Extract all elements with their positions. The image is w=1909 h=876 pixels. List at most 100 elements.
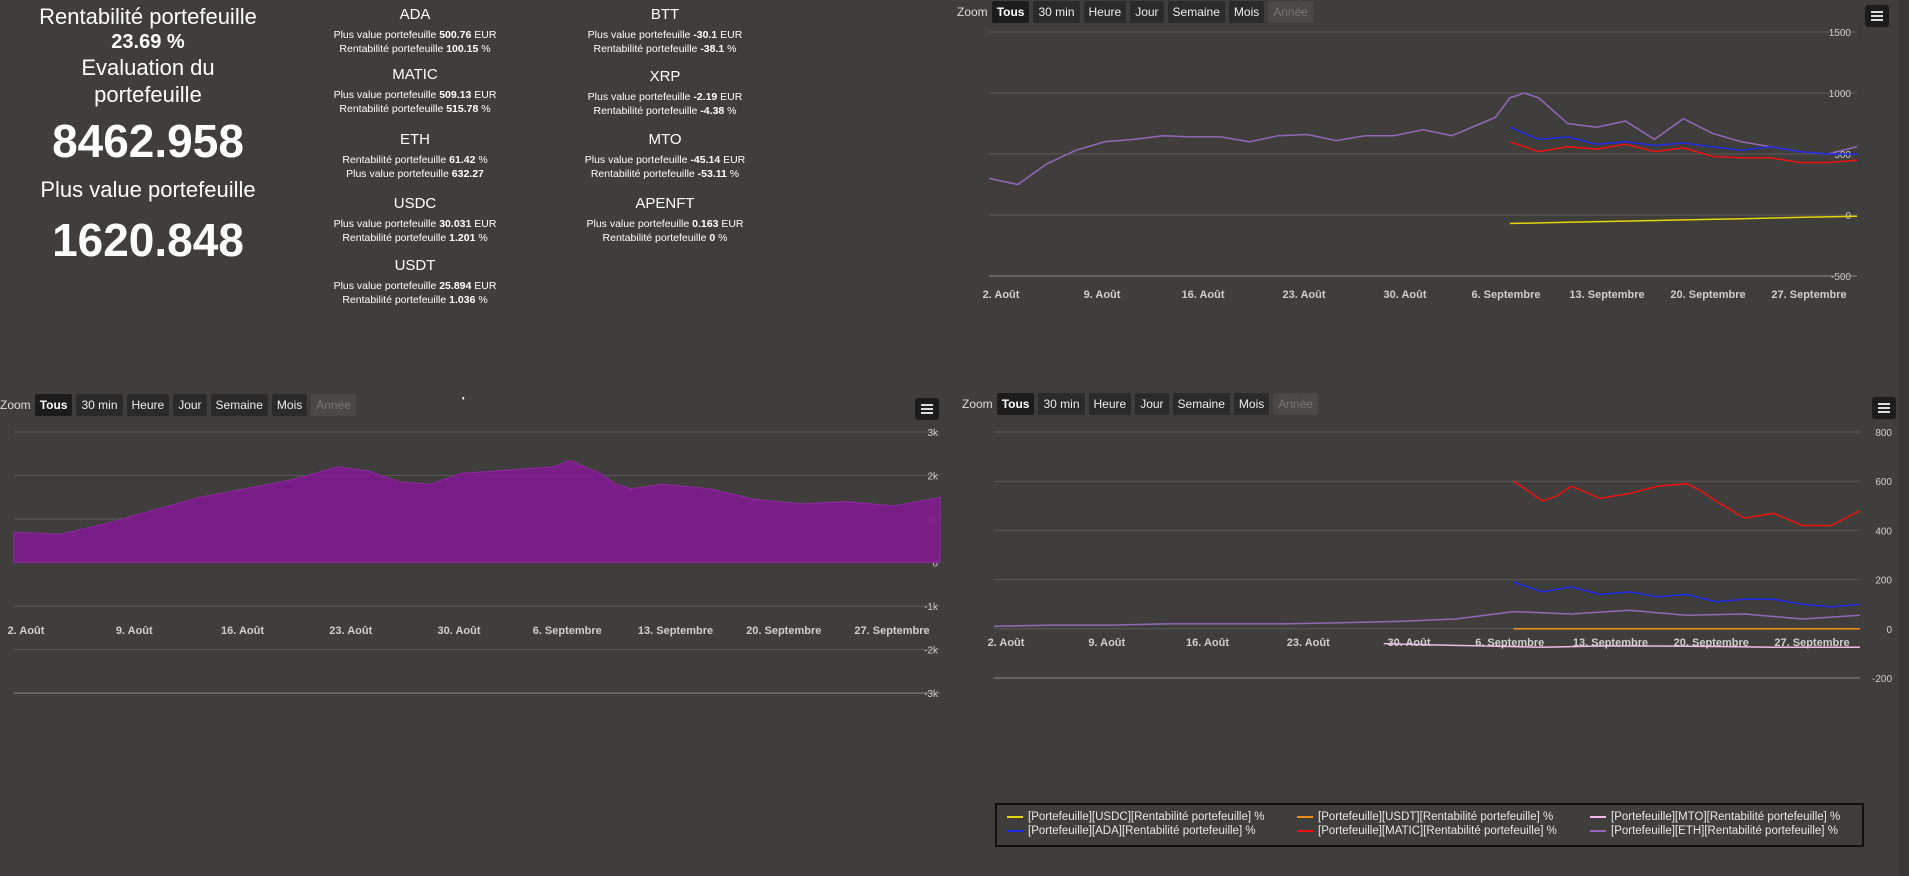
coin-line-2-label: Rentabilité portefeuille	[342, 294, 447, 306]
coin-line-1: Plus value portefeuille 509.13 EUR	[285, 88, 545, 102]
coin-block-btt: BTT Plus value portefeuille -30.1 EUR Rent…	[535, 6, 795, 56]
coin-line-2: Rentabilité portefeuille 1.036 %	[285, 293, 545, 307]
coin-line-1-label: Rentabilité portefeuille	[342, 154, 447, 166]
coin-line-1-value: -45.14	[690, 154, 721, 166]
coin-line-2-label: Rentabilité portefeuille	[593, 43, 698, 55]
legend-swatch	[1297, 815, 1313, 818]
coin-line-1-value: 61.42	[449, 154, 476, 166]
coin-line-1: Rentabilité portefeuille 61.42 %	[285, 153, 545, 167]
coin-line-2: Rentabilité portefeuille 1.201 %	[285, 231, 545, 245]
chart-panel-bottom-left: Zoom Tous 30 min Heure Jour Semaine Mois Année…	[0, 394, 945, 817]
chart-title: Plus value portefeuille EUR	[399, 397, 555, 400]
x-tick-label: 9. Août	[1088, 637, 1125, 649]
coin-line-2-value: 0	[709, 232, 716, 244]
y-tick-label: -2k	[924, 646, 939, 657]
x-tick-label: 27. Septembre	[854, 625, 929, 637]
legend-item[interactable]: [Portefeuille][ETH][Rentabilité portefeu…	[1590, 825, 1838, 837]
coin-line-2-value: 1.201	[449, 232, 476, 244]
legend-item[interactable]: [Portefeuille][MTO][Rentabilité portefeu…	[1590, 811, 1840, 823]
legend-label: [Portefeuille][MTO][Rentabilité portefeu…	[1611, 811, 1841, 823]
coin-line-2-value: -4.38	[700, 105, 725, 117]
coin-line-2-label: Rentabilité portefeuille	[590, 168, 695, 180]
coin-line-1-label: Plus value portefeuille	[586, 218, 690, 230]
coin-line-1-unit: EUR	[474, 89, 497, 101]
legend-item[interactable]: [Portefeuille][USDC][Rentabilité portefe…	[1007, 811, 1265, 823]
y-tick-label: 3k	[927, 428, 939, 439]
legend-swatch	[1007, 815, 1023, 818]
coin-line-1-value: 500.76	[439, 29, 472, 41]
coin-line-1: Plus value portefeuille -45.14 EUR	[535, 153, 795, 167]
coin-line-1-label: Plus value portefeuille	[333, 89, 437, 101]
coin-line-1-unit: EUR	[474, 29, 497, 41]
legend-label: [Portefeuille][USDC][Rentabilité portefe…	[1028, 811, 1265, 823]
coin-line-2-value: -53.11	[697, 168, 727, 180]
coin-block-xrp: XRP Plus value portefeuille -2.19 EUR Rent…	[535, 68, 795, 118]
coin-line-2-value: 632.27	[451, 168, 484, 180]
coin-name: MATIC	[392, 66, 438, 83]
coin-line-2: Rentabilité portefeuille 515.78 %	[285, 102, 545, 116]
coin-block-mto: MTO Plus value portefeuille -45.14 EUR Ren…	[535, 131, 795, 181]
y-tick-label: 2k	[927, 472, 939, 483]
coin-line-1-value: -30.1	[693, 29, 718, 41]
legend-item[interactable]: [Portefeuille][USDT][Rentabilité portefe…	[1297, 811, 1553, 823]
evaluation-label: Evaluation du portefeuille	[81, 55, 215, 107]
coin-line-1-label: Plus value portefeuille	[333, 218, 437, 230]
y-tick-label: 400	[1875, 526, 1892, 537]
x-tick-label: 23. Août	[1283, 289, 1326, 301]
coin-line-2-label: Rentabilité portefeuille	[342, 232, 447, 244]
coin-line-1-unit: %	[478, 154, 488, 166]
x-tick-label: 9. Août	[116, 625, 153, 637]
coin-line-1-unit: EUR	[720, 29, 743, 41]
evaluation-value: 8462.958	[52, 115, 244, 167]
coin-block-ada: ADA Plus value portefeuille 500.76 EUR Ren…	[285, 6, 545, 56]
x-tick-label: 6. Septembre	[533, 625, 602, 637]
coin-name: USDC	[393, 195, 437, 212]
coin-line-1-label: Plus value portefeuille	[587, 91, 691, 103]
legend-item[interactable]: [Portefeuille][ADA][Rentabilité portefeu…	[1007, 825, 1256, 837]
x-tick-label: 23. Août	[329, 625, 372, 637]
x-tick-label: 20. Septembre	[1670, 289, 1745, 301]
y-tick-label: 1000	[1829, 89, 1852, 100]
legend-item[interactable]: [Portefeuille][MATIC][Rentabilité portef…	[1297, 825, 1557, 837]
coin-line-2-value: 515.78	[446, 103, 479, 115]
coin-line-2-unit: %	[727, 43, 737, 55]
coin-line-1: Plus value portefeuille 30.031 EUR	[285, 217, 545, 231]
rentabilite-label: Rentabilité portefeuille	[39, 4, 257, 29]
chart-panel-bottom-right: Zoom Tous 30 min Heure Jour Semaine Mois Année…	[962, 393, 1897, 796]
plus-value-value: 1620.848	[52, 214, 244, 266]
coin-line-2-value: -38.1	[700, 43, 725, 55]
x-tick-label: 30. Août	[1388, 637, 1431, 649]
coin-line-2: Rentabilité portefeuille -53.11 %	[535, 167, 795, 181]
page-scrollbar[interactable]	[1899, 0, 1909, 876]
x-tick-label: 13. Septembre	[1569, 289, 1644, 301]
coin-name: ADA	[399, 6, 431, 23]
coin-line-1-unit: EUR	[720, 91, 743, 103]
legend-label: [Portefeuille][MATIC][Rentabilité portef…	[1318, 825, 1557, 837]
legend-swatch	[1007, 829, 1023, 832]
coin-line-1-value: 25.894	[439, 280, 472, 292]
coin-line-2-value: 1.036	[449, 294, 476, 306]
coin-line-1-value: 30.031	[439, 218, 472, 230]
coin-line-1-label: Plus value portefeuille	[587, 29, 691, 41]
x-tick-label: 9. Août	[1084, 289, 1121, 301]
coin-name: BTT	[650, 6, 680, 23]
y-tick-label: 600	[1875, 477, 1892, 488]
x-tick-label: 16. Août	[1182, 289, 1225, 301]
coin-line-1: Plus value portefeuille 500.76 EUR	[285, 28, 545, 42]
chart-panel-top-right: Zoom Tous 30 min Heure Jour Semaine Mois Année…	[957, 1, 1897, 364]
series-line	[1513, 480, 1861, 527]
x-tick-label: 13. Septembre	[1573, 637, 1648, 649]
coin-block-eth: ETH Rentabilité portefeuille 61.42 % Plus …	[285, 131, 545, 181]
coin-line-2-unit: %	[729, 168, 740, 180]
y-tick-label: 200	[1875, 576, 1892, 587]
coin-line-1-unit: EUR	[474, 218, 497, 230]
coin-line-1-value: -2.19	[693, 91, 718, 103]
x-tick-label: 23. Août	[1287, 637, 1330, 649]
coin-name: USDT	[394, 257, 436, 274]
series-line	[1513, 581, 1861, 608]
y-tick-label: 1500	[1829, 28, 1852, 39]
coin-line-2-label: Rentabilité portefeuille	[593, 105, 698, 117]
coin-block-matic: MATIC Plus value portefeuille 509.13 EUR R…	[285, 66, 545, 116]
y-tick-label: -200	[1872, 674, 1892, 685]
coin-line-2: Plus value portefeuille 632.27	[285, 167, 545, 181]
